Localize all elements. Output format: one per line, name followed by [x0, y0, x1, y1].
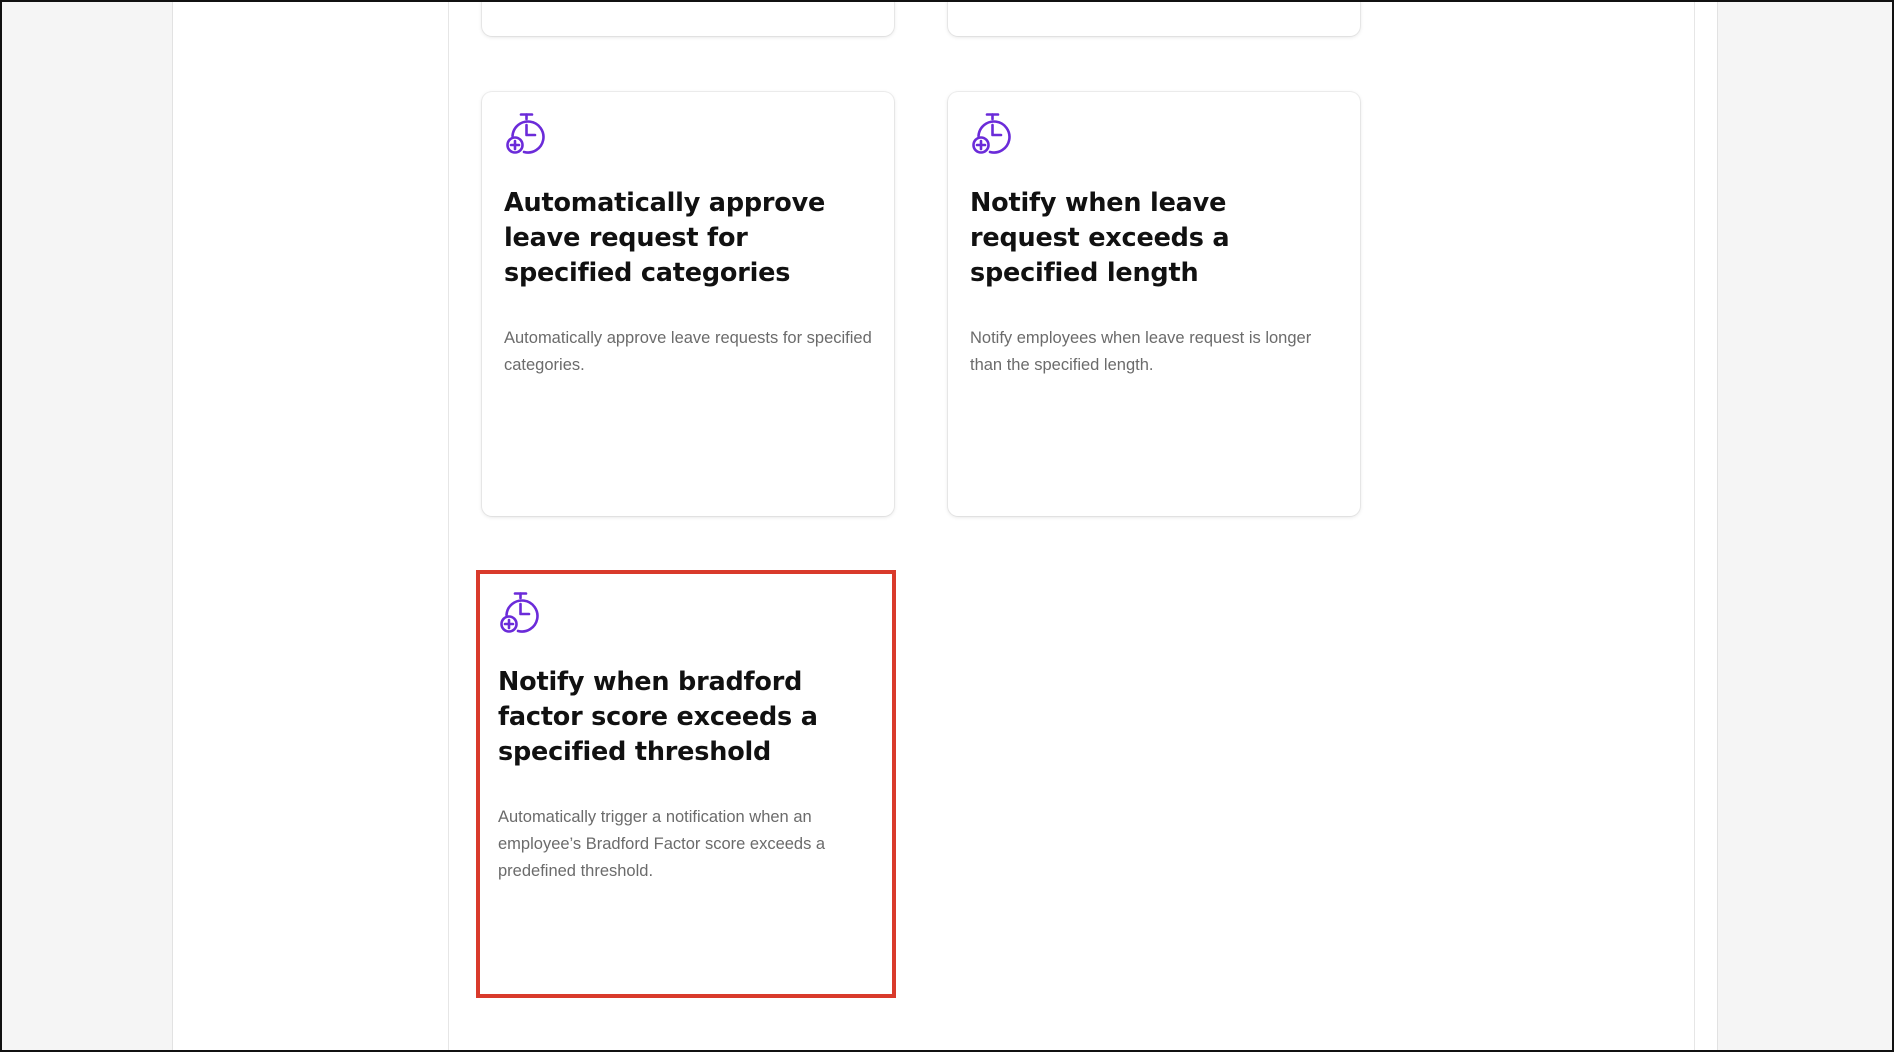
automation-card[interactable]: Notify when leave request exceeds a spec…: [948, 92, 1360, 516]
stopwatch-plus-icon: [506, 113, 545, 154]
card-title: Notify when leave request exceeds a spec…: [970, 188, 1230, 288]
right-gutter: [1717, 2, 1892, 1050]
card-description: Automatically trigger a notification whe…: [498, 808, 826, 880]
card-title: Notify when bradford factor score exceed…: [498, 667, 818, 767]
card-description: Automatically approve leave requests for…: [504, 329, 872, 374]
stopwatch-plus-icon: [500, 592, 539, 633]
content-divider-left: [448, 2, 449, 1050]
card-description: Notify employees when leave request is l…: [970, 329, 1312, 374]
automation-card-highlighted[interactable]: Notify when bradford factor score exceed…: [476, 570, 896, 998]
automation-card[interactable]: Automatically approve leave request for …: [482, 92, 894, 516]
stopwatch-plus-icon: [972, 113, 1011, 154]
app-window: Automatically approve leave request for …: [0, 0, 1894, 1052]
left-gutter: [2, 2, 173, 1050]
content-divider-right: [1694, 2, 1695, 1050]
automation-card-stub[interactable]: [482, 2, 894, 36]
automation-card-stub[interactable]: [948, 2, 1360, 36]
card-title: Automatically approve leave request for …: [504, 188, 826, 288]
